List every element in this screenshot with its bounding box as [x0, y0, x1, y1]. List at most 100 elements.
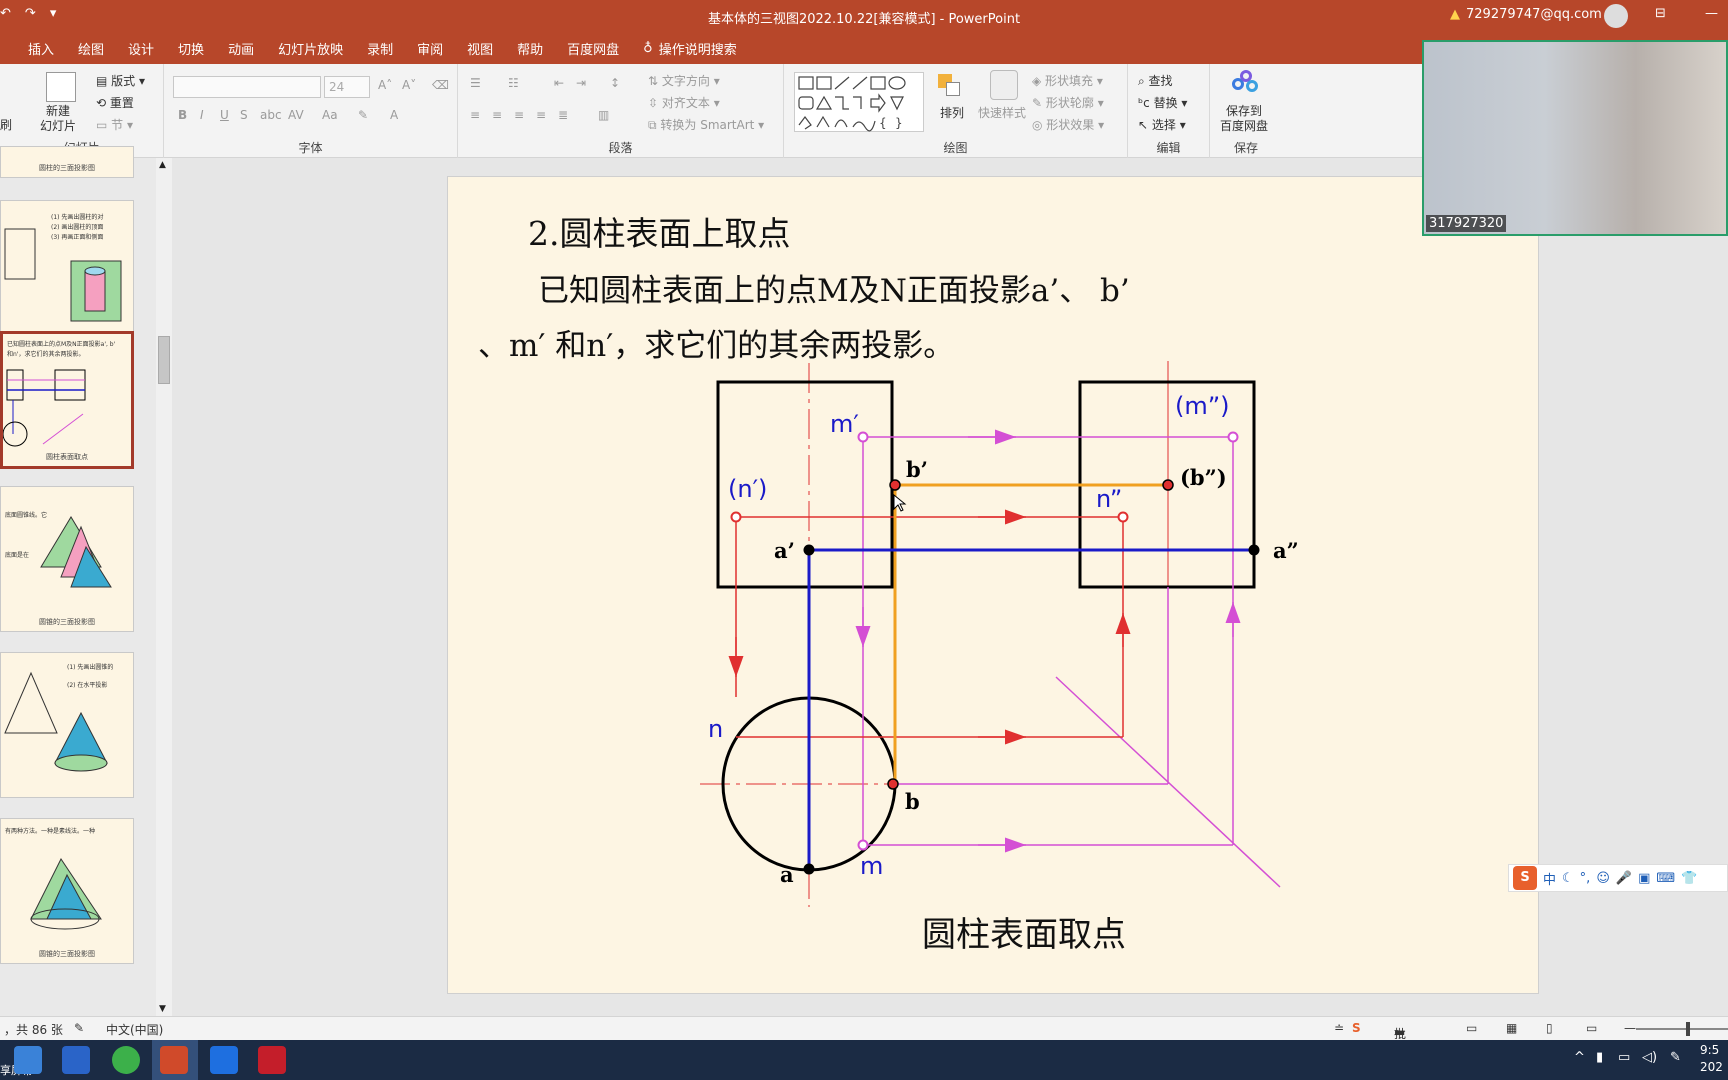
- align-right-icon[interactable]: ≡: [514, 108, 524, 122]
- webcam-overlay[interactable]: 317927320: [1422, 40, 1728, 236]
- reset-button[interactable]: ⟲ 重置: [96, 94, 134, 111]
- increase-indent-icon[interactable]: ⇥: [576, 76, 586, 90]
- underline-icon[interactable]: U: [220, 108, 229, 122]
- convert-smartart-button[interactable]: ⧉ 转换为 SmartArt ▾: [648, 116, 764, 133]
- tab-insert[interactable]: 插入: [0, 39, 66, 58]
- text-direction-button[interactable]: ⇅ 文字方向 ▾: [648, 72, 720, 89]
- ime-toolbar[interactable]: S 中 ☾ °, ☺ 🎤 ▣ ⌨ 👕: [1508, 864, 1728, 892]
- powerpoint-task-active[interactable]: [152, 1040, 198, 1080]
- tab-record[interactable]: 录制: [355, 39, 405, 58]
- decrease-indent-icon[interactable]: ⇤: [554, 76, 564, 90]
- tools-icon[interactable]: 👕: [1681, 871, 1697, 886]
- minimize-icon[interactable]: —: [1705, 6, 1718, 21]
- columns-icon[interactable]: ▥: [598, 108, 609, 122]
- punctuation-icon[interactable]: °,: [1580, 871, 1591, 886]
- justify-icon[interactable]: ≡: [536, 108, 546, 122]
- reading-view-icon[interactable]: ▯: [1546, 1021, 1553, 1035]
- strikethrough-icon[interactable]: abc: [260, 108, 282, 122]
- slide-thumbnail[interactable]: (1) 先画出圆锥的 (2) 在水平投影: [0, 652, 134, 798]
- keyboard-icon[interactable]: ⌨: [1656, 871, 1675, 886]
- tray-mic-icon[interactable]: ▮: [1596, 1050, 1603, 1065]
- scrollbar-thumb[interactable]: [158, 336, 170, 384]
- italic-icon[interactable]: I: [200, 108, 204, 122]
- font-name-input[interactable]: [173, 76, 321, 98]
- scroll-down-icon[interactable]: ▼: [159, 1004, 166, 1014]
- account-area[interactable]: ▲ 729279747@qq.com: [1450, 7, 1602, 22]
- shapes-gallery[interactable]: {}: [794, 72, 924, 132]
- tab-review[interactable]: 审阅: [405, 39, 455, 58]
- sogou-status-icon[interactable]: S: [1352, 1021, 1361, 1035]
- grow-font-icon[interactable]: A˄: [378, 78, 392, 92]
- tell-me-search[interactable]: 操作说明搜索: [657, 39, 749, 58]
- format-painter-partial[interactable]: 刷: [0, 116, 12, 133]
- ribbon-display-icon[interactable]: ⊟: [1655, 6, 1666, 21]
- slide-sorter-icon[interactable]: ▦: [1506, 1021, 1517, 1035]
- avatar[interactable]: [1604, 4, 1628, 28]
- zoom-slider-thumb[interactable]: [1686, 1022, 1690, 1036]
- change-case-icon[interactable]: Aa: [322, 108, 338, 122]
- align-left-icon[interactable]: ≡: [470, 108, 480, 122]
- find-button[interactable]: ⌕ 查找: [1138, 72, 1173, 89]
- ime-mode[interactable]: 中: [1543, 869, 1556, 888]
- tab-baidu[interactable]: 百度网盘: [555, 39, 631, 58]
- moon-icon[interactable]: ☾: [1562, 871, 1574, 886]
- bullets-icon[interactable]: ☰: [470, 76, 481, 90]
- quick-styles-button[interactable]: 快速样式: [978, 104, 1026, 121]
- new-slide-button[interactable]: 新建 幻灯片: [40, 104, 76, 134]
- browser-app-icon[interactable]: [112, 1046, 140, 1074]
- font-color-icon[interactable]: A: [390, 108, 398, 122]
- scroll-up-icon[interactable]: ▲: [159, 160, 166, 170]
- language-indicator[interactable]: 中文(中国): [106, 1021, 163, 1038]
- spacing-icon[interactable]: AV: [288, 108, 304, 122]
- bold-icon[interactable]: B: [178, 108, 187, 122]
- slideshow-icon[interactable]: ▭: [1586, 1021, 1597, 1035]
- mail-app-icon[interactable]: [14, 1046, 42, 1074]
- meeting-app-icon[interactable]: [210, 1046, 238, 1074]
- align-text-button[interactable]: ⇳ 对齐文本 ▾: [648, 94, 720, 111]
- autocad-app-icon[interactable]: [258, 1046, 286, 1074]
- zoom-out-icon[interactable]: —: [1624, 1021, 1636, 1035]
- save-to-baidu-button[interactable]: 保存到 百度网盘: [1220, 104, 1268, 134]
- shape-fill-button[interactable]: ◈ 形状填充 ▾: [1032, 72, 1103, 89]
- arrange-button[interactable]: 排列: [940, 104, 964, 121]
- normal-view-icon[interactable]: ▭: [1466, 1021, 1477, 1035]
- tab-draw[interactable]: 绘图: [66, 39, 116, 58]
- clear-format-icon[interactable]: ⌫: [432, 78, 449, 92]
- thumbnail-scrollbar[interactable]: ▲ ▼: [156, 158, 172, 1016]
- pen-icon[interactable]: ✎: [1670, 1050, 1681, 1065]
- shape-outline-button[interactable]: ✎ 形状轮廓 ▾: [1032, 94, 1104, 111]
- volume-icon[interactable]: ◁): [1642, 1050, 1657, 1065]
- skin-icon[interactable]: ▣: [1638, 871, 1650, 886]
- section-button[interactable]: ▭ 节 ▾: [96, 116, 133, 133]
- accessibility-icon[interactable]: ✎: [74, 1021, 84, 1035]
- slide-thumbnail-active[interactable]: 已知圆柱表面上的点M及N正面投影a', b' 和n'，求它们的其余两投影。 圆柱…: [0, 331, 134, 469]
- feishu-app-icon[interactable]: [62, 1046, 90, 1074]
- highlight-icon[interactable]: ✎: [358, 108, 368, 122]
- distributed-icon[interactable]: ≣: [558, 108, 568, 122]
- emoji-icon[interactable]: ☺: [1596, 871, 1610, 886]
- tab-view[interactable]: 视图: [455, 39, 505, 58]
- network-icon[interactable]: ▭: [1618, 1050, 1630, 1065]
- select-button[interactable]: ↖ 选择 ▾: [1138, 116, 1186, 133]
- system-clock[interactable]: 9:5 202: [1700, 1042, 1723, 1076]
- slide-thumbnail[interactable]: (1) 先画出圆柱的对 (2) 画出圆柱的顶面 (3) 再画正面和侧面: [0, 200, 134, 350]
- slide-thumbnail[interactable]: 底面圆锥线。它 底面是在 圆锥的三面投影图: [0, 486, 134, 632]
- layout-button[interactable]: ▤ 版式 ▾: [96, 72, 145, 89]
- numbering-icon[interactable]: ☷: [508, 76, 519, 90]
- tab-transitions[interactable]: 切换: [166, 39, 216, 58]
- replace-button[interactable]: ᵇc 替换 ▾: [1138, 94, 1187, 111]
- zoom-slider[interactable]: [1636, 1022, 1728, 1036]
- line-spacing-icon[interactable]: ↕: [610, 76, 620, 90]
- tab-design[interactable]: 设计: [116, 39, 166, 58]
- shape-effects-button[interactable]: ◎ 形状效果 ▾: [1032, 116, 1104, 133]
- tray-expand-icon[interactable]: ^: [1574, 1050, 1585, 1065]
- slide-caption[interactable]: 圆柱表面取点: [922, 907, 1126, 956]
- slide-thumbnail[interactable]: 圆柱的三面投影图: [0, 146, 134, 178]
- tab-help[interactable]: 帮助: [505, 39, 555, 58]
- font-size-input[interactable]: 24: [324, 76, 370, 98]
- current-slide[interactable]: 2.圆柱表面上取点 已知圆柱表面上的点M及N正面投影a’、 b’ 、m′ 和n′…: [447, 176, 1539, 994]
- tab-slideshow[interactable]: 幻灯片放映: [266, 39, 355, 58]
- tab-animations[interactable]: 动画: [216, 39, 266, 58]
- notes-icon[interactable]: ≐: [1334, 1021, 1344, 1035]
- shadow-icon[interactable]: S: [240, 108, 248, 122]
